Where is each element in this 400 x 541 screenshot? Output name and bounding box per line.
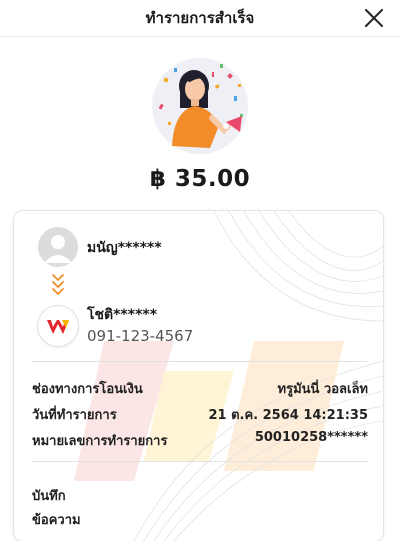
truemoney-wallet-logo	[38, 306, 78, 346]
transfer-channel-value: ทรูมันนี่ วอลเล็ท	[277, 382, 368, 397]
receiver-name: โชติ******	[87, 307, 158, 323]
receipt-card: มนัญ****** โชติ****** 091-123-4567 ช่องท…	[14, 211, 383, 541]
divider	[32, 361, 368, 362]
transaction-date-label: วันที่ทำรายการ	[32, 408, 117, 423]
divider	[32, 461, 368, 462]
success-illustration	[150, 56, 250, 156]
transfer-amount: ฿ 35.00	[149, 166, 251, 192]
wallet-icon	[47, 320, 69, 334]
transaction-date-value: 21 ต.ค. 2564 14:21:35	[208, 408, 368, 423]
transaction-id-label: หมายเลขการทำรายการ	[32, 434, 168, 449]
transfer-channel-label: ช่องทางการโอนเงิน	[32, 382, 143, 397]
close-icon	[365, 9, 383, 27]
close-button[interactable]	[362, 6, 386, 30]
note-label: บันทึก	[32, 489, 66, 504]
transaction-id-value: 50010258******	[254, 430, 368, 445]
user-icon	[38, 227, 78, 267]
receiver-phone: 091-123-4567	[87, 327, 194, 345]
chevron-down-icon	[52, 274, 64, 295]
sender-name: มนัญ******	[87, 240, 162, 256]
page-title: ทำรายการสำเร็จ	[145, 9, 255, 27]
sender-avatar	[38, 227, 78, 267]
top-bar: ทำรายการสำเร็จ	[0, 0, 400, 37]
